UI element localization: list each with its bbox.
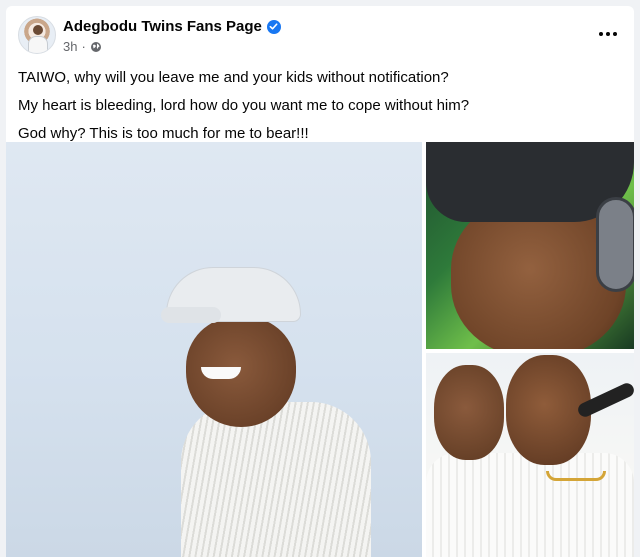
photo-man-white-cap-smiling[interactable] [6, 142, 422, 557]
post-text-line: God why? This is too much for me to bear… [18, 125, 309, 142]
avatar-figure-head [33, 25, 43, 35]
more-dot [606, 32, 610, 36]
photo-shape-headphones [596, 197, 634, 292]
post-meta: 3h · [63, 39, 102, 54]
photo-shape-shirt [181, 402, 371, 557]
more-dot [599, 32, 603, 36]
page-avatar[interactable] [18, 16, 56, 54]
photo-grid [6, 142, 634, 557]
page-name-row: Adegbodu Twins Fans Page [63, 18, 281, 35]
photo-shape-face-left [434, 365, 504, 460]
post-card: Adegbodu Twins Fans Page 3h · TAIWO, why… [6, 6, 634, 557]
photo-shape-shirts [426, 453, 634, 557]
post-text-line: My heart is bleeding, lord how do you wa… [18, 97, 470, 114]
photo-man-cap-headphones[interactable] [426, 142, 634, 349]
meta-separator: · [81, 39, 86, 54]
page-name-link[interactable]: Adegbodu Twins Fans Page [63, 18, 262, 35]
avatar-figure-body [28, 36, 48, 53]
post-text-line: TAIWO, why will you leave me and your ki… [18, 69, 449, 86]
globe-icon[interactable] [90, 41, 102, 53]
photo-shape-cap-brim [161, 307, 221, 323]
post-text: TAIWO, why will you leave me and your ki… [18, 68, 618, 152]
more-options-icon[interactable] [596, 22, 620, 46]
verified-check-icon [266, 19, 281, 34]
photo-men-singing-microphone[interactable] [426, 353, 634, 557]
more-dot [613, 32, 617, 36]
photo-shape-smile [201, 367, 241, 379]
post-header: Adegbodu Twins Fans Page 3h · [6, 6, 634, 64]
post-timestamp[interactable]: 3h [63, 39, 77, 54]
photo-shape-gold-chain [546, 471, 606, 481]
